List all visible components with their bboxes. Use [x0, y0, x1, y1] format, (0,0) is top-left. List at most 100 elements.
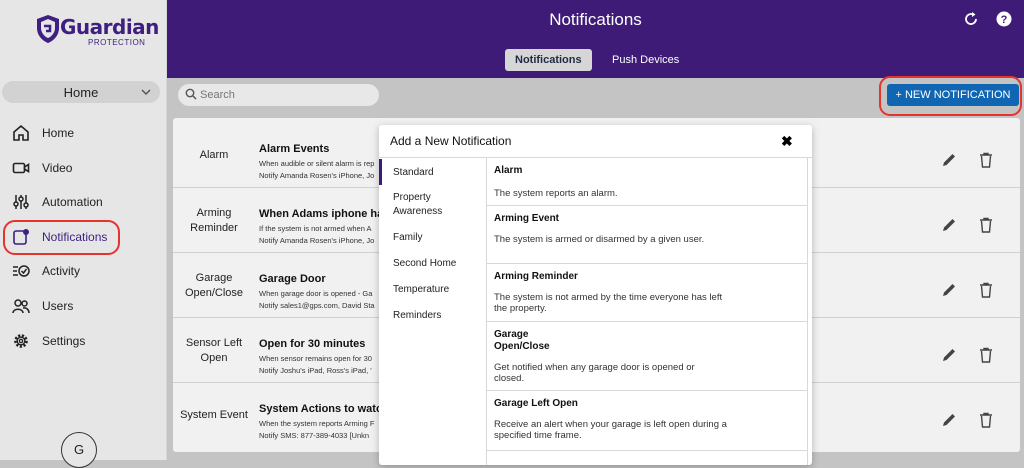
- notification-title: When Adams iphone has: [259, 208, 390, 220]
- search-input[interactable]: [198, 87, 368, 103]
- sidebar-item-home[interactable]: Home: [0, 118, 167, 148]
- notification-type: System Event: [180, 409, 248, 421]
- option-arming-event[interactable]: Arming Event The system is armed or disa…: [487, 206, 807, 264]
- option-arming-reminder[interactable]: Arming Reminder The system is not armed …: [487, 264, 807, 322]
- modal-title: Add a New Notification: [390, 134, 512, 148]
- category-second-home[interactable]: Second Home: [379, 255, 486, 275]
- notification-title: Open for 30 minutes: [259, 338, 366, 350]
- video-camera-icon: [12, 162, 30, 174]
- trash-icon[interactable]: [979, 412, 993, 428]
- notification-recipients: Notify Amanda Rosen's iPhone, Jo: [259, 171, 375, 180]
- category-temperature[interactable]: Temperature: [379, 281, 486, 301]
- category-label: Property Awareness: [393, 192, 443, 217]
- sidebar-item-label: Users: [42, 299, 74, 313]
- gear-icon: [14, 334, 28, 348]
- category-reminders[interactable]: Reminders: [379, 307, 486, 327]
- search-icon: [185, 88, 197, 100]
- notification-title: System Actions to watch: [259, 403, 389, 415]
- users-icon: [12, 299, 30, 314]
- sliders-icon: [13, 195, 29, 209]
- option-description: Get notified when any garage door is ope…: [494, 362, 695, 384]
- option-garage-left-open[interactable]: Garage Left Open Receive an alert when y…: [487, 391, 807, 451]
- pencil-icon[interactable]: [941, 347, 957, 363]
- sidebar-item-automation[interactable]: Automation: [0, 187, 167, 217]
- category-label: Second Home: [393, 258, 457, 269]
- option-title: Arming Event: [494, 213, 560, 224]
- trash-icon[interactable]: [979, 347, 993, 363]
- sidebar: Guardian PROTECTION Home Home Video Auto…: [0, 0, 167, 468]
- new-notification-highlight-annotation: [879, 76, 1022, 116]
- notification-recipients: Notify SMS: 877-389-4033 [Unkn: [259, 431, 370, 440]
- tab-push-devices[interactable]: Push Devices: [602, 49, 689, 71]
- option-description: The system is not armed by the time ever…: [494, 292, 723, 314]
- page-title: Notifications: [549, 10, 642, 29]
- sidebar-item-video[interactable]: Video: [0, 153, 167, 183]
- pencil-icon[interactable]: [941, 282, 957, 298]
- category-label: Family: [393, 232, 423, 243]
- category-label: Temperature: [393, 284, 450, 295]
- logo-text: Guardian: [60, 15, 159, 39]
- trash-icon[interactable]: [979, 152, 993, 168]
- sidebar-item-users[interactable]: Users: [0, 291, 167, 321]
- notification-recipients: Notify Joshu's iPad, Ross's iPad, ': [259, 366, 372, 375]
- category-standard[interactable]: Standard: [379, 159, 486, 185]
- pencil-icon[interactable]: [941, 412, 957, 428]
- notification-options-list: Alarm The system reports an alarm. Armin…: [486, 158, 808, 465]
- home-icon: [13, 124, 29, 141]
- sidebar-item-activity[interactable]: Activity: [0, 256, 167, 286]
- shield-logo-icon: [37, 15, 59, 43]
- notification-description: When sensor remains open for 30: [259, 354, 372, 363]
- notification-description: When the system reports Arming F: [259, 419, 375, 428]
- notification-description: When audible or silent alarm is rep: [259, 159, 375, 168]
- location-select[interactable]: Home: [2, 81, 160, 103]
- top-header: Notifications Notifications Push Devices…: [167, 0, 1024, 78]
- logo-subtext: PROTECTION: [88, 38, 146, 47]
- notifications-highlight-annotation: [3, 220, 120, 255]
- sidebar-item-label: Settings: [42, 334, 86, 348]
- notification-type: Arming Reminder: [190, 206, 238, 234]
- add-notification-modal: Add a New Notification ✖ Standard Proper…: [379, 125, 812, 465]
- avatar[interactable]: G: [61, 432, 97, 468]
- close-icon[interactable]: ✖: [781, 133, 793, 150]
- option-description: The system reports an alarm.: [494, 188, 618, 199]
- notification-recipients: Notify Amanda Rosen's iPhone, Jo: [259, 236, 375, 245]
- category-label: Reminders: [393, 310, 442, 321]
- category-label: Standard: [393, 167, 434, 178]
- option-title: Garage Left Open: [494, 398, 578, 409]
- refresh-icon[interactable]: [963, 11, 979, 27]
- activity-list-icon: [13, 265, 30, 277]
- sidebar-item-label: Automation: [42, 195, 103, 209]
- notification-description: When garage door is opened - Ga: [259, 289, 373, 298]
- sidebar-item-label: Activity: [42, 264, 81, 278]
- notification-type: Sensor Left Open: [185, 336, 243, 364]
- notification-title: Alarm Events: [259, 143, 330, 155]
- trash-icon[interactable]: [979, 282, 993, 298]
- help-icon[interactable]: ?: [996, 11, 1012, 27]
- option-title: Alarm: [494, 165, 523, 176]
- notification-type: Garage Open/Close: [184, 271, 244, 299]
- notification-description: If the system is not armed when A: [259, 224, 372, 233]
- tab-notifications[interactable]: Notifications: [505, 49, 592, 71]
- search-bar[interactable]: [178, 84, 379, 106]
- sidebar-item-label: Home: [42, 126, 75, 140]
- option-garage-open-close[interactable]: Garage Open/Close Get notified when any …: [487, 322, 807, 391]
- option-description: The system is armed or disarmed by a giv…: [494, 234, 705, 245]
- notification-type: Alarm: [199, 149, 229, 161]
- trash-icon[interactable]: [979, 217, 993, 233]
- pencil-icon[interactable]: [941, 152, 957, 168]
- sidebar-item-settings[interactable]: Settings: [0, 326, 167, 356]
- svg-text:?: ?: [1001, 14, 1008, 26]
- option-description: Receive an alert when your garage is lef…: [494, 419, 727, 441]
- option-title: Garage Open/Close: [494, 329, 550, 352]
- notification-title: Garage Door: [259, 273, 326, 285]
- notification-recipients: Notify sales1@gps.com, David Sta: [259, 301, 375, 310]
- category-family[interactable]: Family: [379, 229, 486, 249]
- option-alarm[interactable]: Alarm The system reports an alarm.: [487, 158, 807, 206]
- sidebar-item-label: Video: [42, 161, 73, 175]
- chevron-down-icon: [140, 83, 152, 104]
- pencil-icon[interactable]: [941, 217, 957, 233]
- location-select-label: Home: [63, 85, 99, 100]
- option-title: Arming Reminder: [494, 271, 578, 282]
- guardian-logo[interactable]: Guardian PROTECTION: [36, 14, 159, 50]
- category-property-awareness[interactable]: Property Awareness: [379, 189, 486, 221]
